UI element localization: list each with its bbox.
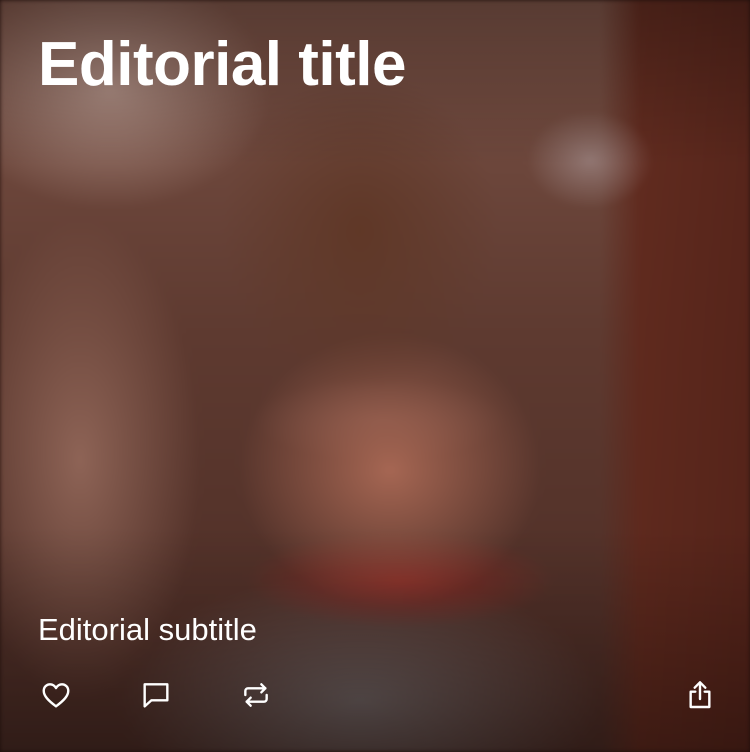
share-upload-icon (684, 679, 716, 711)
heart-icon (40, 679, 72, 711)
repost-arrows-icon (240, 679, 272, 711)
speech-bubble-icon (140, 679, 172, 711)
action-bar (0, 672, 750, 718)
editorial-title: Editorial title (38, 30, 406, 99)
editorial-subtitle: Editorial subtitle (38, 612, 257, 647)
like-button[interactable] (33, 672, 79, 718)
share-button[interactable] (677, 672, 723, 718)
editorial-card[interactable]: Editorial title Editorial subtitle (0, 0, 750, 752)
repost-button[interactable] (233, 672, 279, 718)
comment-button[interactable] (133, 672, 179, 718)
